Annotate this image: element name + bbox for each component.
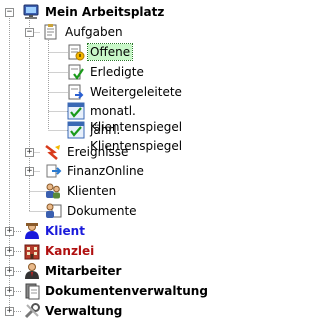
task-document-icon (44, 24, 57, 40)
checklist-icon (67, 102, 85, 120)
document-management-icon (25, 283, 40, 300)
done-task-icon (68, 64, 84, 80)
mitarbeiter-expand-toggle[interactable]: + (5, 267, 14, 276)
clients-icon (46, 183, 60, 199)
client-person-icon (25, 223, 39, 239)
tree-item-dokumente[interactable]: Dokumente (65, 203, 139, 219)
tree-item-klienten[interactable]: Klienten (65, 183, 118, 199)
tree-item-kanzlei[interactable]: Kanzlei (43, 243, 96, 259)
open-task-icon (68, 44, 85, 61)
tree-item-weitergeleitete[interactable]: Weitergeleitete (88, 84, 184, 100)
finanzonline-expand-toggle[interactable]: + (25, 167, 34, 176)
ereignisse-expand-toggle[interactable]: + (25, 148, 34, 157)
tree-item-mitarbeiter[interactable]: Mitarbeiter (43, 263, 123, 279)
navigation-tree: − Mein Arbeitsplatz − Aufgaben Offene Er… (0, 0, 214, 327)
finanzonline-icon (46, 164, 62, 178)
computer-icon (23, 4, 39, 19)
tree-item-finanzonline[interactable]: FinanzOnline (65, 163, 146, 179)
tree-item-klient[interactable]: Klient (43, 223, 87, 239)
tree-item-offene[interactable]: Offene (86, 43, 134, 61)
office-building-icon (24, 244, 40, 260)
tools-icon (24, 303, 40, 319)
forwarded-task-icon (68, 84, 84, 100)
checklist-icon (67, 121, 85, 139)
root-collapse-toggle[interactable]: − (5, 8, 14, 17)
tree-item-dokumentenverwaltung[interactable]: Dokumentenverwaltung (43, 283, 210, 299)
aufgaben-collapse-toggle[interactable]: − (25, 28, 34, 37)
kanzlei-expand-toggle[interactable]: + (5, 247, 14, 256)
tree-root-label[interactable]: Mein Arbeitsplatz (43, 4, 166, 20)
dokumentenverwaltung-expand-toggle[interactable]: + (5, 287, 14, 296)
documents-person-icon (46, 203, 62, 218)
employee-person-icon (25, 263, 39, 279)
tree-item-ereignisse[interactable]: Ereignisse (65, 144, 130, 160)
events-icon (45, 145, 60, 160)
klient-expand-toggle[interactable]: + (5, 227, 14, 236)
tree-item-erledigte[interactable]: Erledigte (88, 64, 146, 80)
verwaltung-expand-toggle[interactable]: + (5, 307, 14, 316)
tree-item-aufgaben[interactable]: Aufgaben (63, 24, 125, 40)
tree-item-verwaltung[interactable]: Verwaltung (43, 303, 124, 319)
